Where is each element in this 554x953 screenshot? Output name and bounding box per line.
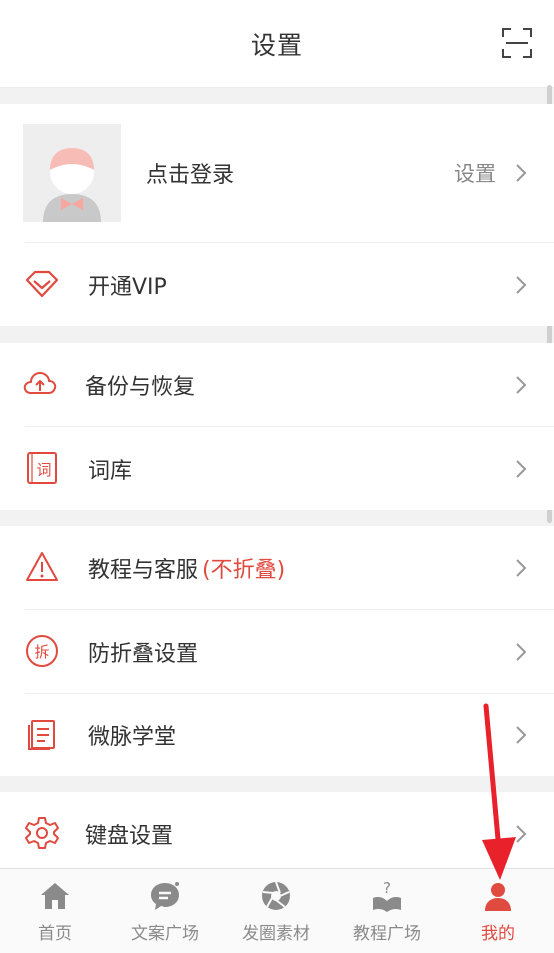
- top-bar: 设置: [0, 0, 554, 88]
- home-icon: [41, 883, 69, 909]
- menu-item-backup[interactable]: 备份与恢复: [0, 343, 554, 426]
- chevron-right-icon: [516, 459, 527, 478]
- menu-item-label: 教程与客服 (不折叠): [88, 552, 285, 584]
- menu-item-label: 备份与恢复: [85, 374, 196, 400]
- tab-label: 首页: [38, 924, 72, 944]
- page-title: 设置: [250, 30, 303, 60]
- book-question-icon: ?: [373, 879, 401, 912]
- avatar[interactable]: [23, 124, 121, 222]
- warning-icon: [26, 552, 58, 581]
- no-fold-tag: (不折叠): [202, 557, 286, 583]
- menu-item-vip[interactable]: 开通VIP: [0, 243, 554, 326]
- tab-label: 教程广场: [353, 924, 421, 944]
- profile-settings-text[interactable]: 设置: [454, 158, 496, 188]
- menu-item-dictionary[interactable]: 词 词库: [0, 427, 554, 510]
- chevron-right-icon: [516, 642, 527, 661]
- tab-tutorial-square[interactable]: ? 教程广场: [332, 869, 442, 953]
- tab-label: 文案广场: [131, 924, 199, 944]
- tab-copywriting[interactable]: 文案广场: [110, 869, 220, 953]
- tab-moments-material[interactable]: 发圈素材: [221, 869, 331, 953]
- menu-item-label: 键盘设置: [85, 823, 174, 849]
- diamond-icon: [25, 270, 59, 298]
- cloud-upload-icon: [23, 372, 57, 394]
- chat-icon: [151, 882, 179, 910]
- gear-icon: [25, 817, 59, 849]
- chevron-right-icon: [516, 164, 527, 182]
- annotation-arrow-icon: [482, 703, 516, 880]
- dictionary-icon: 词: [27, 452, 57, 484]
- chevron-right-icon: [516, 275, 527, 294]
- chevron-right-icon: [516, 375, 527, 394]
- menu-item-label: 微脉学堂: [88, 724, 177, 750]
- menu-item-label: 开通VIP: [88, 274, 167, 300]
- svg-text:拆: 拆: [34, 643, 49, 661]
- menu-item-label: 词库: [88, 458, 133, 484]
- tab-home[interactable]: 首页: [0, 869, 110, 953]
- svg-text:?: ?: [383, 879, 391, 897]
- svg-text:词: 词: [36, 461, 51, 479]
- backup-section: 备份与恢复 词 词库: [0, 343, 554, 510]
- chevron-right-icon: [516, 558, 527, 577]
- tab-label: 发圈素材: [242, 924, 310, 944]
- scan-icon[interactable]: [502, 28, 532, 58]
- profile-row[interactable]: 点击登录 设置: [0, 104, 554, 242]
- menu-item-anti-fold[interactable]: 拆 防折叠设置: [0, 610, 554, 693]
- profile-section: 点击登录 设置 开通VIP: [0, 104, 554, 326]
- tab-label: 我的: [481, 924, 515, 944]
- aperture-icon: [262, 881, 290, 910]
- avatar-placeholder-icon: [23, 124, 121, 222]
- anti-fold-icon: 拆: [26, 635, 58, 667]
- menu-item-tutorial[interactable]: 教程与客服 (不折叠): [0, 526, 554, 609]
- login-text[interactable]: 点击登录: [146, 157, 234, 189]
- document-icon: [28, 720, 55, 750]
- menu-item-label: 防折叠设置: [88, 641, 199, 667]
- tutorial-label: 教程与客服: [88, 557, 199, 583]
